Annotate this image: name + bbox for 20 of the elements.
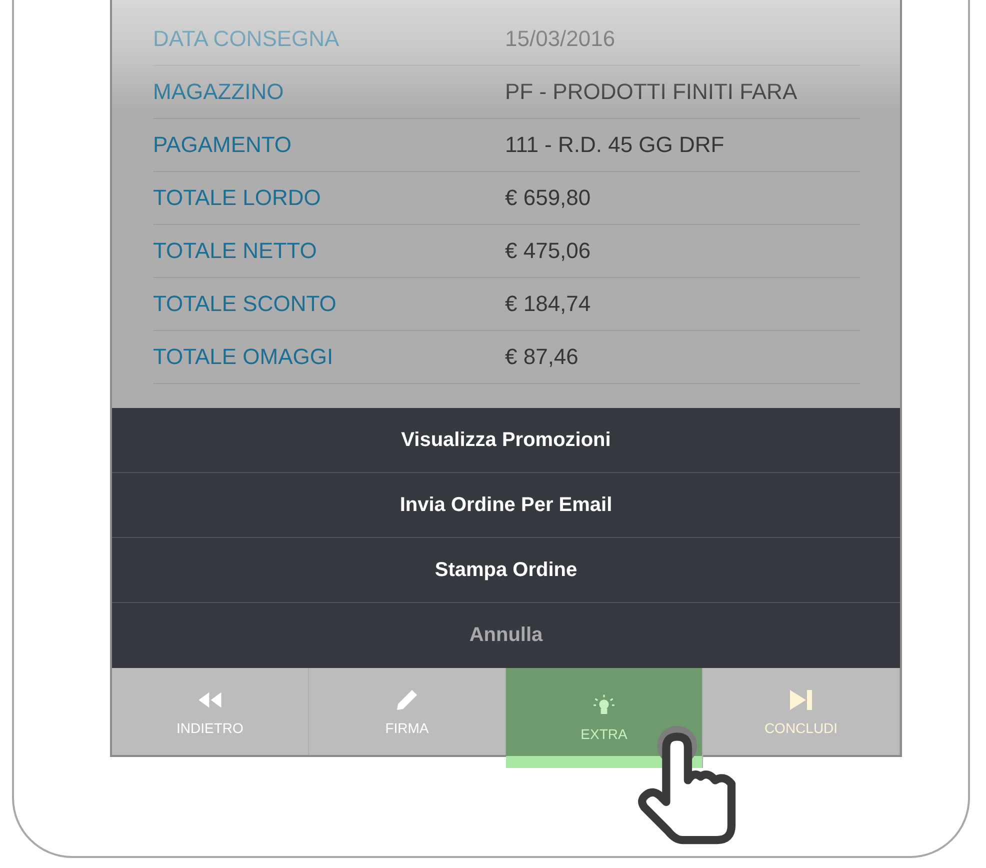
detail-label: TOTALE LORDO (153, 185, 322, 211)
menu-item[interactable]: Stampa Ordine (112, 538, 900, 603)
detail-value: 15/03/2016 (505, 26, 616, 52)
detail-value: € 659,80 (505, 185, 591, 211)
menu-item[interactable]: Visualizza Promozioni (112, 408, 900, 473)
detail-label: MAGAZZINO (153, 79, 285, 105)
detail-label: TOTALE OMAGGI (153, 344, 334, 370)
detail-label: TOTALE NETTO (153, 238, 318, 264)
detail-value: € 184,74 (505, 291, 591, 317)
detail-value: PF - PRODOTTI FINITI FARA (505, 79, 798, 105)
pencil-icon (394, 688, 420, 712)
menu-item[interactable]: Invia Ordine Per Email (112, 473, 900, 538)
skip-forward-icon (788, 688, 814, 712)
detail-value: € 475,06 (505, 238, 591, 264)
detail-label: PAGAMENTO (153, 132, 293, 158)
detail-value: 111 - R.D. 45 GG DRF (505, 132, 724, 158)
detail-label: TOTALE SCONTO (153, 291, 338, 317)
cancel-button[interactable]: Annulla (112, 603, 900, 668)
detail-label: DATA CONSEGNA (153, 26, 340, 52)
detail-value: € 87,46 (505, 344, 578, 370)
